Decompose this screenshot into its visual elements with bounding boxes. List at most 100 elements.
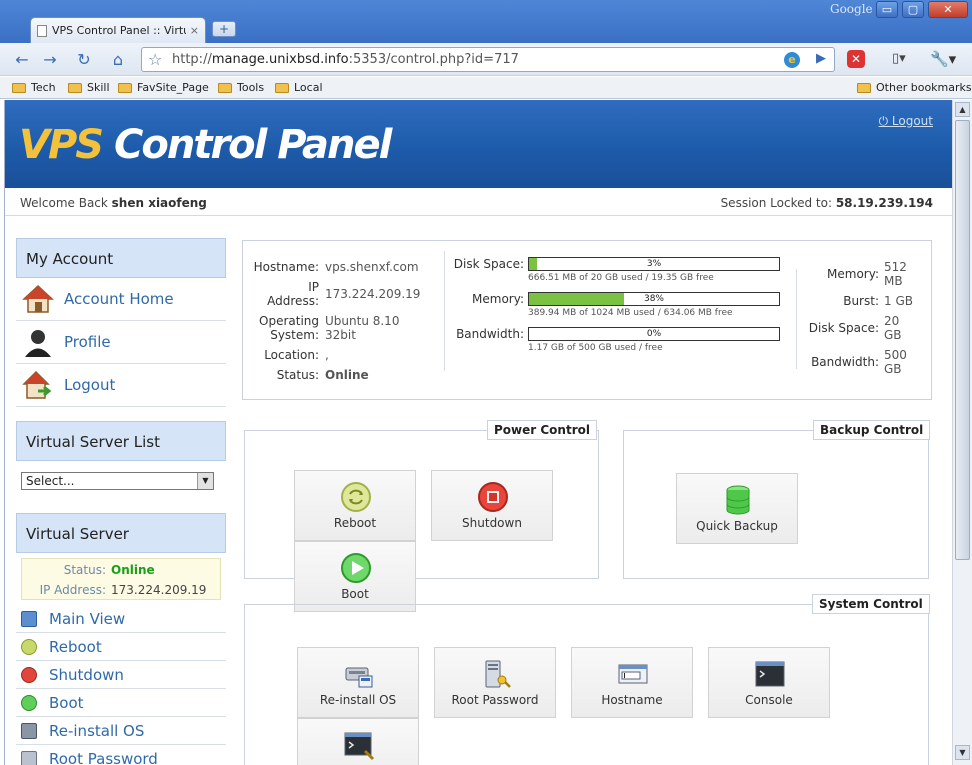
back-icon[interactable]: ← — [11, 49, 33, 71]
scroll-down-icon[interactable]: ▼ — [955, 745, 970, 760]
quick-backup-button[interactable]: Quick Backup — [676, 473, 798, 544]
database-icon — [722, 484, 754, 516]
shutdown-icon — [477, 481, 509, 513]
reinstall-os-icon — [343, 658, 375, 690]
sidebar-boot[interactable]: Boot — [16, 689, 226, 717]
sidebar-logout[interactable]: Logout — [16, 364, 226, 407]
dropdown-arrow-icon[interactable]: ▼ — [197, 473, 213, 489]
site-logo: VPS Control Panel — [19, 122, 392, 168]
sidebar-account-home[interactable]: Account Home — [16, 278, 226, 321]
hostname-icon — [617, 658, 649, 690]
vs-status-value: Online — [111, 563, 155, 577]
bookmark-favsite-page[interactable]: FavSite_Page — [118, 81, 209, 94]
tab-close-icon[interactable]: × — [190, 24, 199, 37]
wrench-icon[interactable]: 🔧▾ — [930, 50, 956, 68]
boot-icon — [21, 694, 37, 711]
folder-icon — [275, 82, 289, 93]
user-icon — [22, 326, 54, 358]
hostname-button[interactable]: Hostname — [571, 647, 693, 718]
server-stats-panel: Hostname: vps.shenxf.com IP Address: 173… — [242, 240, 932, 400]
reboot-icon — [340, 481, 372, 513]
page-menu-icon[interactable]: ▯▾ — [892, 51, 906, 66]
star-icon[interactable]: ☆ — [148, 50, 162, 69]
reload-icon[interactable]: ↻ — [73, 49, 95, 71]
home-icon[interactable]: ⌂ — [107, 49, 129, 71]
folder-icon — [118, 82, 132, 93]
bookmark-local[interactable]: Local — [275, 81, 323, 94]
memory-usage-bar: 38% — [528, 292, 780, 306]
sidebar-root-password[interactable]: Root Password — [16, 745, 226, 765]
page-icon — [37, 24, 47, 37]
page-content: VPS Control Panel ⏻ Logout Welcome Back … — [4, 100, 952, 765]
bookmark-skill[interactable]: Skill — [68, 81, 110, 94]
divider — [796, 269, 797, 369]
minimize-button[interactable]: ▭ — [876, 1, 898, 18]
extension-stop-icon[interactable]: ✕ — [847, 50, 865, 68]
bookmark-tools[interactable]: Tools — [218, 81, 264, 94]
boot-icon — [340, 552, 372, 584]
bookmark-tech[interactable]: Tech — [12, 81, 56, 94]
virtual-server-list-heading: Virtual Server List — [16, 421, 226, 461]
welcome-bar: Welcome Back shen xiaofeng Session Locke… — [5, 188, 952, 216]
url-scheme: http:// — [172, 52, 212, 67]
hostname-value: vps.shenxf.com — [325, 260, 419, 274]
header-banner: VPS Control Panel ⏻ Logout — [5, 100, 952, 188]
root-password-button[interactable]: Root Password — [434, 647, 556, 718]
tab-title: VPS Control Panel :: Virtual... — [52, 24, 186, 37]
root-password-icon — [21, 750, 37, 765]
sidebar-reboot[interactable]: Reboot — [16, 633, 226, 661]
main-view-icon — [21, 610, 37, 627]
disk-usage-bar: 3% — [528, 257, 780, 271]
status-value: Online — [325, 368, 369, 382]
google-label: Google — [830, 2, 873, 16]
bandwidth-usage-bar: 0% — [528, 327, 780, 341]
virtual-server-heading: Virtual Server — [16, 513, 226, 553]
go-icon[interactable]: ▶ — [816, 51, 826, 66]
power-control-title: Power Control — [487, 420, 597, 440]
welcome-text: Welcome Back shen xiaofeng — [20, 196, 207, 210]
my-account-heading: My Account — [16, 238, 226, 278]
scroll-thumb[interactable] — [955, 120, 970, 560]
folder-icon — [12, 82, 26, 93]
maximize-button[interactable]: ▢ — [902, 1, 924, 18]
system-control-title: System Control — [812, 594, 930, 614]
browser-tab[interactable]: VPS Control Panel :: Virtual... × — [30, 17, 206, 43]
close-window-button[interactable]: ✕ — [928, 1, 968, 18]
shutdown-button[interactable]: Shutdown — [431, 470, 553, 541]
session-ip: 58.19.239.194 — [835, 196, 933, 210]
bookmarks-bar: Tech Skill FavSite_Page Tools Local Othe… — [0, 77, 972, 99]
header-logout-link[interactable]: ⏻ Logout — [879, 114, 933, 129]
other-bookmarks[interactable]: Other bookmarks — [857, 81, 972, 94]
folder-icon — [857, 82, 871, 93]
sidebar-reinstall-os[interactable]: Re-install OS — [16, 717, 226, 745]
house-icon — [22, 283, 54, 315]
sidebar-shutdown[interactable]: Shutdown — [16, 661, 226, 689]
reboot-button[interactable]: Reboot — [294, 470, 416, 541]
sidebar-profile[interactable]: Profile — [16, 321, 226, 364]
url-rest: :5353/control.php?id=717 — [348, 52, 519, 67]
new-tab-button[interactable]: + — [212, 21, 236, 37]
house-exit-icon — [22, 369, 54, 401]
page-scrollbar[interactable]: ▲ ▼ — [952, 100, 972, 765]
boot-button[interactable]: Boot — [294, 541, 416, 612]
virtual-server-select[interactable]: Select... ▼ — [21, 472, 214, 490]
backup-control-title: Backup Control — [813, 420, 931, 440]
terminal-button[interactable] — [297, 718, 419, 765]
sidebar-main-view[interactable]: Main View — [16, 605, 226, 633]
url-host: manage.unixbsd.info — [211, 52, 349, 67]
browser-titlebar: VPS Control Panel :: Virtual... × + Goog… — [0, 0, 972, 44]
vs-ip-value: 173.224.209.19 — [111, 583, 207, 597]
console-button[interactable]: Console — [708, 647, 830, 718]
folder-icon — [218, 82, 232, 93]
browser-toolbar: ← → ↻ ⌂ ☆ http://manage.unixbsd.info:535… — [0, 43, 972, 76]
shutdown-icon — [21, 666, 37, 683]
scroll-up-icon[interactable]: ▲ — [955, 102, 970, 117]
reinstall-os-button[interactable]: Re-install OS — [297, 647, 419, 718]
console-icon — [754, 658, 786, 690]
virtual-server-info: Status: Online IP Address: 173.224.209.1… — [21, 558, 221, 600]
terminal-icon — [343, 729, 375, 761]
session-lock: Session Locked to: 58.19.239.194 — [720, 196, 933, 210]
address-bar[interactable]: ☆ http://manage.unixbsd.info:5353/contro… — [141, 47, 835, 72]
forward-icon[interactable]: → — [39, 49, 61, 71]
ie-tab-icon[interactable]: e — [784, 52, 800, 68]
